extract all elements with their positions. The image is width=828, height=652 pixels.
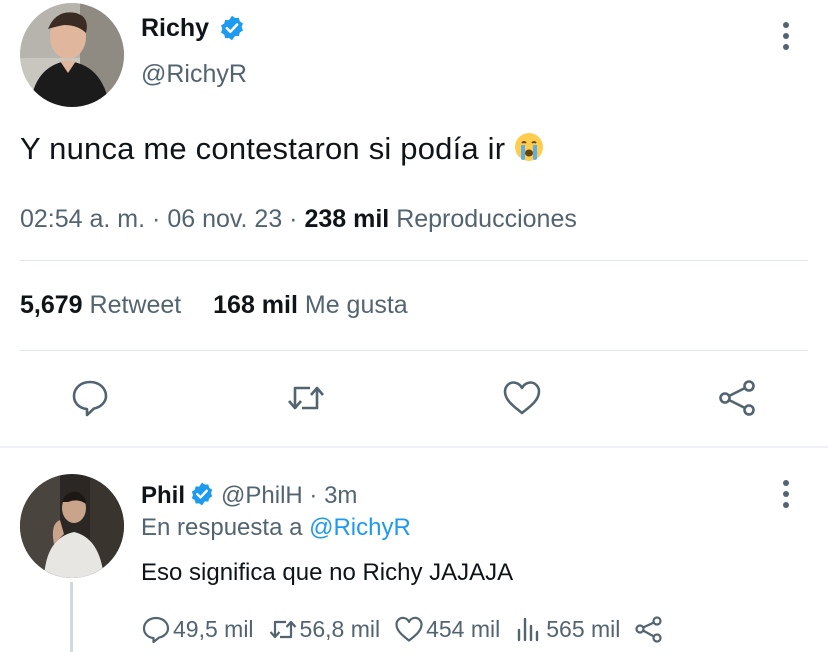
reply-author-avatar[interactable] (20, 474, 124, 578)
likes-label[interactable]: Me gusta (305, 291, 408, 319)
like-heart-icon (395, 616, 423, 642)
reply-views-button[interactable]: 565 mil (514, 614, 620, 644)
reply-likes-count: 454 mil (426, 615, 501, 642)
retweets-label[interactable]: Retweet (90, 291, 182, 319)
like-heart-icon[interactable] (502, 378, 542, 418)
more-options-icon[interactable] (774, 478, 798, 510)
section-separator (0, 446, 828, 448)
meta-separator: · (152, 205, 161, 233)
reply-icon (142, 616, 170, 644)
retweet-icon (269, 620, 296, 639)
meta-separator: · (309, 482, 318, 509)
tweet-text: Y nunca me contestaron si podía ir (20, 131, 545, 167)
tweet-text-body: Y nunca me contestaron si podía ir (20, 131, 506, 166)
reply-replies-count: 49,5 mil (173, 615, 254, 642)
verified-badge-icon (218, 14, 246, 42)
reply-header: Phil @PhilH · 3m (141, 481, 357, 510)
reply-text: Eso significa que no Richy JAJAJA (141, 559, 514, 586)
views-count: 238 mil (304, 205, 390, 233)
author-handle[interactable]: @RichyR (141, 60, 247, 89)
in-reply-to: En respuesta a @RichyR (141, 514, 411, 542)
retweets-count[interactable]: 5,679 (20, 291, 83, 319)
reply-views-count: 565 mil (546, 615, 621, 642)
reply-retweet-button[interactable]: 56,8 mil (268, 614, 381, 644)
views-label: Reproducciones (396, 205, 577, 233)
author-name[interactable]: Richy (141, 14, 209, 43)
reply-replies-button[interactable]: 49,5 mil (141, 614, 254, 644)
divider (20, 350, 808, 351)
reply-actions: 49,5 mil 56,8 mil 454 mil 565 mil (141, 612, 680, 646)
tweet-time[interactable]: 02:54 a. m. (20, 205, 145, 233)
verified-badge-icon (189, 481, 215, 507)
likes-count[interactable]: 168 mil (213, 291, 298, 319)
reply-author-name[interactable]: Phil (141, 482, 185, 509)
reply-time[interactable]: 3m (324, 482, 357, 509)
in-reply-mention-link[interactable]: @RichyR (309, 514, 411, 541)
retweet-icon[interactable] (286, 378, 326, 418)
loudly-crying-face-icon (513, 131, 545, 163)
tweet-date[interactable]: 06 nov. 23 (167, 205, 282, 233)
share-icon[interactable] (718, 378, 758, 418)
more-options-icon[interactable] (774, 20, 798, 52)
tweet-stats: 5,679 Retweet 168 mil Me gusta (20, 291, 408, 320)
reply-like-button[interactable]: 454 mil (394, 614, 500, 644)
reply-retweets-count: 56,8 mil (299, 615, 381, 642)
author-avatar[interactable] (20, 3, 124, 107)
divider (20, 260, 808, 261)
share-icon (635, 616, 663, 643)
in-reply-prefix: En respuesta a (141, 514, 303, 541)
reply-icon[interactable] (70, 378, 110, 418)
thread-line (70, 582, 73, 652)
meta-separator: · (289, 205, 298, 233)
tweet-meta: 02:54 a. m. · 06 nov. 23 · 238 mil Repro… (20, 205, 577, 234)
reply-author-handle[interactable]: @PhilH (221, 482, 303, 509)
reply-share-button[interactable] (634, 614, 666, 644)
views-chart-icon (518, 617, 539, 642)
